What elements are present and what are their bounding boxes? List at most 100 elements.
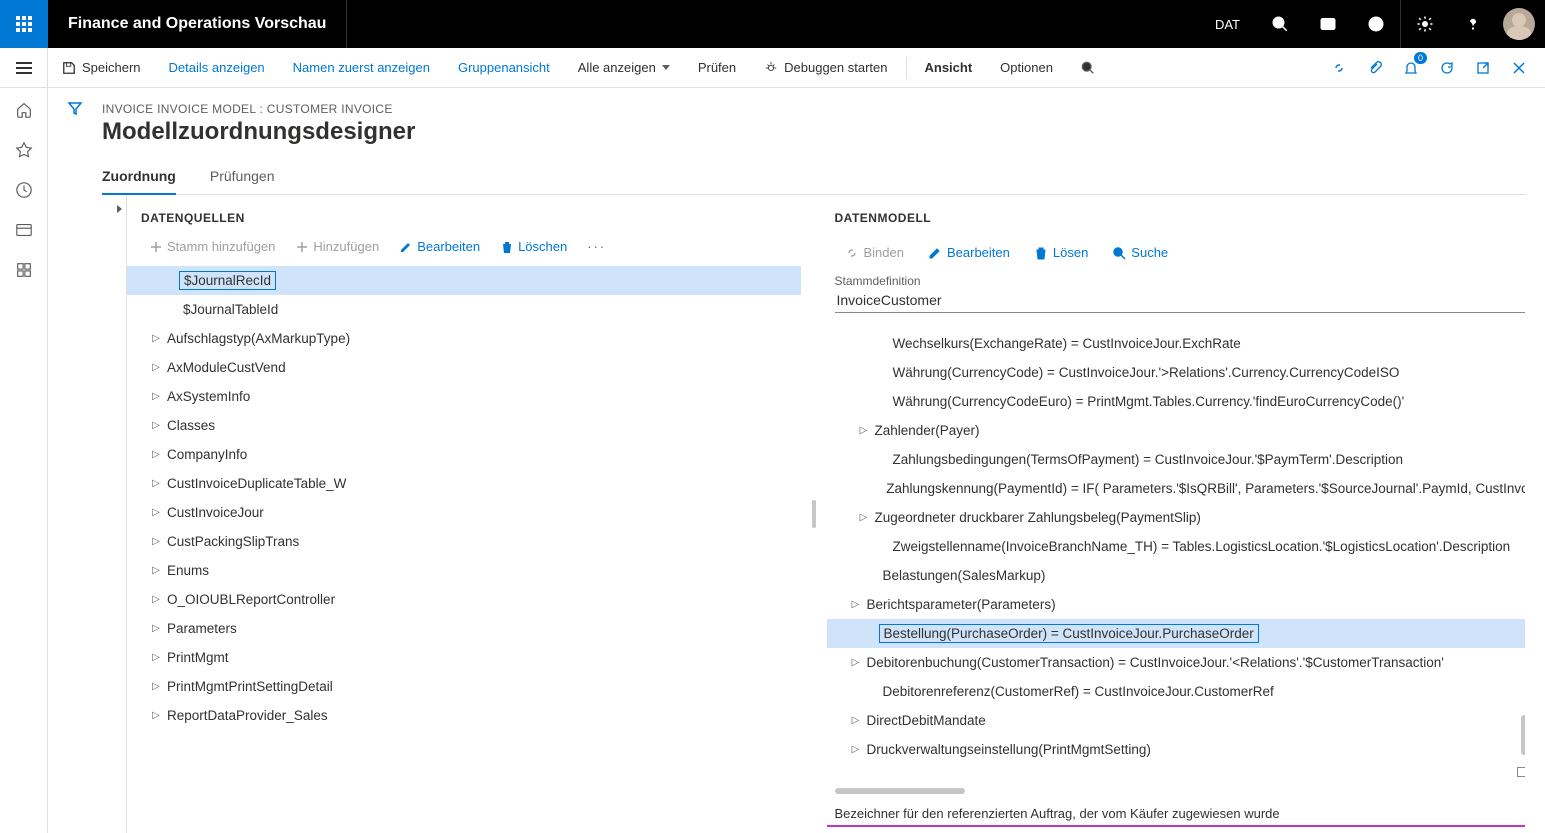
root-definition-value[interactable]: InvoiceCustomer [835,290,1526,313]
tree-row[interactable]: ▷CustInvoiceJour [127,498,801,527]
datamodel-tree[interactable]: ▷Wechselkurs(ExchangeRate) = CustInvoice… [827,329,1526,782]
splitter-handle[interactable] [811,195,817,833]
caret-icon[interactable]: ▷ [149,449,163,460]
tab-mapping[interactable]: Zuordnung [102,160,190,194]
tree-row[interactable]: ▷ReportDataProvider_Sales [127,701,801,730]
app-launcher-icon[interactable] [0,0,48,48]
tree-row[interactable]: ▷Belastungen(SalesMarkup) [827,561,1526,590]
refresh-icon[interactable] [1429,48,1465,88]
tree-row[interactable]: ▷Debitorenbuchung(CustomerTransaction) =… [827,648,1526,677]
tree-row[interactable]: ▷CustPackingSlipTrans [127,527,801,556]
tree-row[interactable]: ▷Wechselkurs(ExchangeRate) = CustInvoice… [827,329,1526,358]
tree-row[interactable]: ▷DirectDebitMandate [827,706,1526,735]
add-button[interactable]: Hinzufügen [287,235,387,258]
caret-icon[interactable]: ▷ [149,710,163,721]
unbind-button[interactable]: Lösen [1024,241,1098,264]
popout-icon[interactable] [1465,48,1501,88]
tree-row[interactable]: ▷Aufschlagstyp(AxMarkupType) [127,324,801,353]
show-details-button[interactable]: Details anzeigen [155,48,279,88]
tree-row[interactable]: ▷AxSystemInfo [127,382,801,411]
caret-icon[interactable]: ▷ [149,507,163,518]
caret-icon[interactable]: ▷ [149,536,163,547]
link-icon[interactable] [1321,48,1357,88]
close-icon[interactable] [1501,48,1537,88]
caret-icon[interactable]: ▷ [849,657,863,668]
save-button[interactable]: Speichern [48,48,155,88]
caret-icon[interactable]: ▷ [149,391,163,402]
feedback-icon[interactable] [1352,0,1400,48]
tree-row[interactable]: ▷$JournalTableId [127,295,801,324]
recent-icon[interactable] [14,180,34,200]
show-all-dropdown[interactable]: Alle anzeigen [564,48,684,88]
tree-row[interactable]: ▷Bestellung(PurchaseOrder) = CustInvoice… [827,619,1526,648]
notifications-icon[interactable]: 0 [1393,48,1429,88]
tree-row[interactable]: ▷Währung(CurrencyCodeEuro) = PrintMgmt.T… [827,387,1526,416]
tree-row[interactable]: ▷CustInvoiceDuplicateTable_W [127,469,801,498]
tree-row[interactable]: ▷PrintMgmtPrintSettingDetail [127,672,801,701]
tree-row[interactable]: ▷Debitorenreferenz(CustomerRef) = CustIn… [827,677,1526,706]
caret-icon[interactable]: ▷ [857,425,871,436]
company-code[interactable]: DAT [1199,17,1256,32]
search-model-button[interactable]: Suche [1102,241,1178,264]
datasources-tree[interactable]: ▷$JournalRecId▷$JournalTableId▷Aufschlag… [126,266,801,833]
tree-row[interactable]: ▷Zweigstellenname(InvoiceBranchName_TH) … [827,532,1526,561]
caret-icon[interactable]: ▷ [149,565,163,576]
caret-icon[interactable]: ▷ [149,594,163,605]
modules-icon[interactable] [14,260,34,280]
tree-row[interactable]: ▷Parameters [127,614,801,643]
tree-row[interactable]: ▷Enums [127,556,801,585]
view-menu[interactable]: Ansicht [911,48,987,88]
messages-icon[interactable] [1304,0,1352,48]
delete-button[interactable]: Löschen [492,235,575,258]
caret-icon[interactable]: ▷ [149,333,163,344]
settings-icon[interactable] [1401,0,1449,48]
check-button[interactable]: Prüfen [684,48,750,88]
caret-icon[interactable]: ▷ [149,623,163,634]
favorites-icon[interactable] [14,140,34,160]
expand-panel-icon[interactable] [110,195,130,223]
options-menu[interactable]: Optionen [986,48,1067,88]
tab-checks[interactable]: Prüfungen [210,160,289,194]
caret-icon[interactable]: ▷ [849,744,863,755]
help-icon[interactable] [1449,0,1497,48]
search-command[interactable] [1067,48,1115,88]
tree-row[interactable]: ▷O_OIOUBLReportController [127,585,801,614]
group-view-button[interactable]: Gruppenansicht [444,48,564,88]
tree-row[interactable]: ▷Classes [127,411,801,440]
tree-row[interactable]: ▷PrintMgmt [127,643,801,672]
tree-row[interactable]: ▷Druckverwaltungseinstellung(PrintMgmtSe… [827,735,1526,764]
filter-icon[interactable] [67,100,83,116]
caret-icon[interactable]: ▷ [149,478,163,489]
edit-model-button[interactable]: Bearbeiten [918,241,1020,264]
resize-handle[interactable] [1517,767,1525,777]
search-icon[interactable] [1256,0,1304,48]
caret-icon[interactable]: ▷ [849,599,863,610]
horizontal-scrollbar[interactable] [835,788,975,796]
tree-row[interactable]: ▷Währung(CurrencyCode) = CustInvoiceJour… [827,358,1526,387]
vertical-scrollbar[interactable] [1521,715,1525,755]
attachment-icon[interactable] [1357,48,1393,88]
hamburger-icon[interactable] [0,48,48,88]
workspaces-icon[interactable] [14,220,34,240]
tree-row[interactable]: ▷Zahlungskennung(PaymentId) = IF( Parame… [827,474,1526,503]
tree-row[interactable]: ▷Berichtsparameter(Parameters) [827,590,1526,619]
home-icon[interactable] [14,100,34,120]
names-first-button[interactable]: Namen zuerst anzeigen [279,48,444,88]
caret-icon[interactable]: ▷ [149,681,163,692]
bind-button[interactable]: Binden [835,241,914,264]
tree-row[interactable]: ▷Zugeordneter druckbarer Zahlungsbeleg(P… [827,503,1526,532]
add-root-button[interactable]: Stamm hinzufügen [141,235,283,258]
caret-icon[interactable]: ▷ [149,362,163,373]
tree-row[interactable]: ▷Zahlungsbedingungen(TermsOfPayment) = C… [827,445,1526,474]
edit-button[interactable]: Bearbeiten [391,235,488,258]
caret-icon[interactable]: ▷ [849,715,863,726]
user-avatar[interactable] [1503,8,1535,40]
caret-icon[interactable]: ▷ [149,420,163,431]
tree-row[interactable]: ▷$JournalRecId [127,266,801,295]
tree-row[interactable]: ▷AxModuleCustVend [127,353,801,382]
caret-icon[interactable]: ▷ [857,512,871,523]
tree-row[interactable]: ▷Zahlender(Payer) [827,416,1526,445]
start-debug-button[interactable]: Debuggen starten [750,48,901,88]
more-icon[interactable]: ··· [579,235,614,258]
caret-icon[interactable]: ▷ [149,652,163,663]
